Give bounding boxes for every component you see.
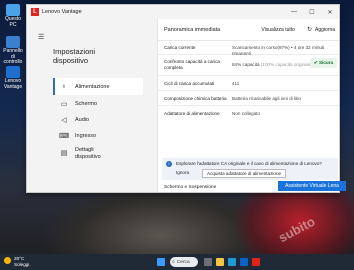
search-label: Cerca xyxy=(176,259,190,265)
desktop-icon-lenovo-vantage[interactable]: Lenovo Vantage xyxy=(2,66,24,90)
taskbar: 28°C Soleggi. ⌕ Cerca xyxy=(0,254,354,270)
title-bar[interactable]: L Lenovo Vantage — ☐ ✕ xyxy=(27,5,339,19)
control-panel-icon xyxy=(6,36,20,48)
weather-condition: Soleggi. xyxy=(14,261,31,267)
desktop-icon-this-pc[interactable]: Questo PC xyxy=(2,4,24,28)
desktop-icon-control-panel[interactable]: Pannello di controllo xyxy=(2,36,24,66)
view-all-button[interactable]: Visualizza tutto xyxy=(258,26,298,33)
panel-header: Panoramica immediata Visualizza tutto ↻ … xyxy=(158,19,339,41)
store-icon[interactable] xyxy=(240,258,248,266)
monitor-icon: ▭ xyxy=(60,100,68,108)
desktop-icon-label: Questo PC xyxy=(4,16,22,28)
info-row-current-charge: Carica corrente Scaricamento in corso(97… xyxy=(158,41,339,56)
banner-text: Esplorare l'adattatore CA originale e il… xyxy=(176,161,322,166)
start-icon[interactable] xyxy=(157,258,165,266)
info-row-cycles: Cicli di carica accumulati 411 xyxy=(158,76,339,91)
info-icon: ▤ xyxy=(60,149,68,157)
row-label: Cicli di carica accumulati xyxy=(164,81,215,86)
sidebar-item-alimentazione[interactable]: ♁ Alimentazione xyxy=(53,78,143,95)
hamburger-menu-icon[interactable]: ☰ xyxy=(38,33,44,41)
keyboard-icon: ⌨ xyxy=(59,132,70,140)
minimize-button[interactable]: — xyxy=(285,9,303,16)
update-button[interactable]: ↻ Aggiorna xyxy=(306,26,335,34)
sidebar: ☰ Impostazioni dispositivo ♁ Alimentazio… xyxy=(27,19,143,192)
status-badge: ✔ Sicura xyxy=(309,58,337,68)
info-row-capacity: Confronto capacità a carica completa 84%… xyxy=(158,55,339,76)
buy-adapter-button[interactable]: Acquista adattatore di alimentazione xyxy=(202,169,287,178)
row-value: Non collegato xyxy=(232,111,261,116)
desktop-icon-label: Pannello di controllo xyxy=(3,48,23,65)
computer-icon xyxy=(6,4,20,16)
sidebar-item-schermo[interactable]: ▭ Schermo xyxy=(53,95,143,112)
refresh-icon: ↻ xyxy=(306,27,312,33)
sun-icon xyxy=(4,257,11,264)
row-value: Batteria ricaricabile agli ioni di litio xyxy=(232,96,301,101)
ignore-button[interactable]: Ignora xyxy=(176,170,189,175)
lightbulb-icon: ♁ xyxy=(61,83,67,90)
widgets-icon[interactable] xyxy=(204,258,212,266)
lenovo-logo-icon: L xyxy=(31,8,39,16)
row-label: Confronto capacità a carica completa xyxy=(164,59,220,71)
watermark: subito xyxy=(276,213,318,246)
desktop-icon-label: Lenovo Vantage xyxy=(3,78,23,90)
sidebar-item-label: Dettagli dispositivo xyxy=(75,147,101,160)
row-label: Composizione chimica batteria xyxy=(164,96,227,101)
info-row-adapter: Adattatore di alimentazione Non collegat… xyxy=(158,106,339,156)
file-explorer-icon[interactable] xyxy=(216,258,224,266)
lenovo-vantage-taskbar-icon[interactable] xyxy=(252,258,260,266)
panel-title: Panoramica immediata xyxy=(164,26,221,33)
weather-widget[interactable]: 28°C Soleggi. xyxy=(4,256,31,267)
sidebar-item-dettagli[interactable]: ▤ Dettagli dispositivo xyxy=(53,144,143,164)
window-title: Lenovo Vantage xyxy=(42,9,82,15)
row-value: 84% capacità xyxy=(232,62,260,67)
virtual-assistant-button[interactable]: Assistente Virtuale Lena xyxy=(278,181,346,191)
vantage-icon xyxy=(6,66,20,78)
temperature: 28°C xyxy=(14,256,25,261)
sidebar-item-label: Audio xyxy=(75,116,90,123)
adapter-promo-banner: i Esplorare l'adattatore CA originale e … xyxy=(162,158,338,180)
speaker-icon: ◁ xyxy=(61,116,67,124)
sidebar-item-label: Alimentazione xyxy=(75,83,110,90)
maximize-button[interactable]: ☐ xyxy=(303,9,321,16)
section-title: Schermo e Sospensione xyxy=(164,185,217,190)
main-panel: Panoramica immediata Visualizza tutto ↻ … xyxy=(157,19,339,192)
sidebar-title: Impostazioni dispositivo xyxy=(53,47,96,66)
lenovo-vantage-window: L Lenovo Vantage — ☐ ✕ ☰ Impostazioni di… xyxy=(26,4,340,193)
close-button[interactable]: ✕ xyxy=(321,9,339,16)
row-note: (100% capacità originale) xyxy=(260,62,313,67)
taskbar-search[interactable]: ⌕ Cerca xyxy=(170,257,198,267)
info-row-chemistry: Composizione chimica batteria Batteria r… xyxy=(158,91,339,106)
sidebar-item-audio[interactable]: ◁ Audio xyxy=(53,111,143,128)
row-value: 411 xyxy=(232,81,240,86)
search-icon: ⌕ xyxy=(172,259,175,265)
row-label: Adattatore di alimentazione xyxy=(164,111,220,116)
update-label: Aggiorna xyxy=(314,26,335,33)
edge-browser-icon[interactable] xyxy=(228,258,236,266)
sidebar-item-label: Ingresso xyxy=(75,132,97,139)
sidebar-item-ingresso[interactable]: ⌨ Ingresso xyxy=(53,127,143,144)
sidebar-item-label: Schermo xyxy=(75,100,98,107)
info-icon: i xyxy=(166,161,172,167)
row-label: Carica corrente xyxy=(164,45,196,50)
